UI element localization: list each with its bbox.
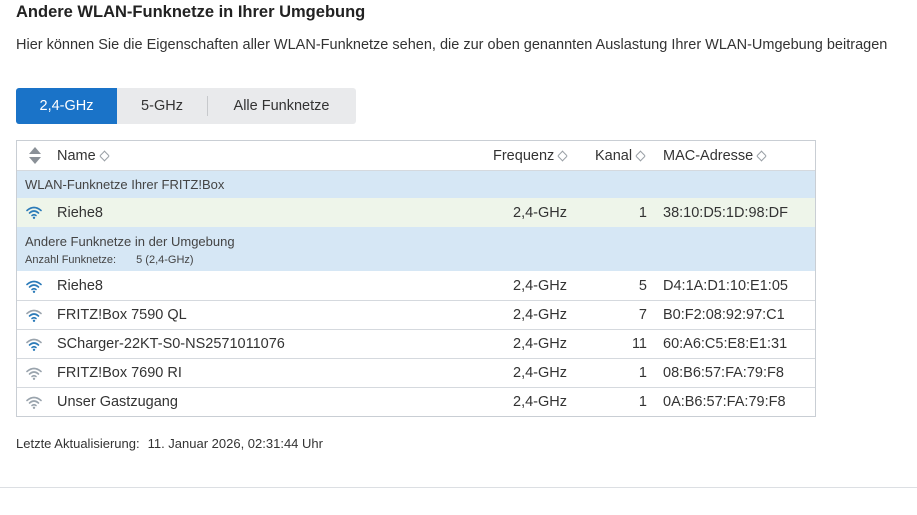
group-header-other-networks: Andere Funknetze in der Umgebung Anzahl …	[17, 227, 815, 271]
network-channel: 1	[638, 394, 647, 410]
network-name: FRITZ!Box 7590 QL	[57, 307, 187, 323]
network-name: FRITZ!Box 7690 RI	[57, 365, 182, 381]
column-header-kanal[interactable]: Kanal	[595, 141, 646, 170]
network-frequency: 2,4-GHz	[513, 204, 567, 221]
network-frequency: 2,4-GHz	[513, 307, 567, 323]
network-channel: 7	[638, 307, 647, 323]
network-frequency: 2,4-GHz	[513, 394, 567, 410]
network-mac: B0:F2:08:92:97:C1	[663, 307, 785, 323]
sort-icon	[100, 149, 110, 163]
tab-2-4-ghz[interactable]: 2,4-GHz	[16, 88, 117, 124]
sort-icon	[558, 149, 568, 163]
network-channel: 1	[638, 365, 647, 381]
network-mac: 08:B6:57:FA:79:F8	[663, 365, 784, 381]
wifi-signal-icon	[26, 198, 42, 227]
frequency-tabs: 2,4-GHz 5-GHz Alle Funknetze	[16, 88, 356, 124]
page-description: Hier können Sie die Eigenschaften aller …	[16, 37, 888, 53]
tab-5-ghz[interactable]: 5-GHz	[117, 88, 207, 124]
column-header-frequenz[interactable]: Frequenz	[493, 141, 568, 170]
network-mac: 60:A6:C5:E8:E1:31	[663, 336, 788, 352]
wifi-signal-icon	[26, 330, 42, 358]
wifi-networks-table: Name Frequenz Kanal MAC-Adresse WLAN-Fun…	[16, 140, 816, 417]
group-header-own-networks: WLAN-Funknetze Ihrer FRITZ!Box	[17, 171, 815, 198]
table-header: Name Frequenz Kanal MAC-Adresse	[17, 141, 815, 171]
network-name: Unser Gastzugang	[57, 394, 178, 410]
column-header-mac-adresse[interactable]: MAC-Adresse	[663, 141, 767, 170]
network-frequency: 2,4-GHz	[513, 336, 567, 352]
network-frequency: 2,4-GHz	[513, 365, 567, 381]
network-mac: D4:1A:D1:10:E1:05	[663, 278, 788, 294]
network-channel: 11	[631, 336, 647, 352]
divider	[0, 487, 917, 488]
table-row[interactable]: Unser Gastzugang 2,4-GHz 1 0A:B6:57:FA:79:F…	[17, 388, 815, 416]
wifi-signal-icon	[26, 359, 42, 387]
wifi-signal-icon	[26, 272, 42, 300]
sort-icon	[636, 149, 646, 163]
last-update: Letzte Aktualisierung: 11. Januar 2026, 0…	[16, 436, 323, 451]
network-name: SCharger-22KT-S0-NS2571011076	[57, 336, 285, 352]
network-name: Riehe8	[57, 204, 103, 221]
network-channel: 1	[638, 204, 647, 221]
column-header-name[interactable]: Name	[57, 141, 110, 170]
network-name: Riehe8	[57, 278, 103, 294]
wifi-signal-icon	[26, 301, 42, 329]
network-frequency: 2,4-GHz	[513, 278, 567, 294]
network-channel: 5	[638, 278, 647, 294]
network-mac: 0A:B6:57:FA:79:F8	[663, 394, 786, 410]
network-mac: 38:10:D5:1D:98:DF	[663, 204, 788, 221]
tab-alle-funknetze[interactable]: Alle Funknetze	[207, 88, 356, 124]
table-row[interactable]: Riehe8 2,4-GHz 5 D4:1A:D1:10:E1:05	[17, 272, 815, 301]
table-row[interactable]: FRITZ!Box 7690 RI 2,4-GHz 1 08:B6:57:FA:79:…	[17, 359, 815, 388]
wifi-signal-icon	[26, 388, 42, 416]
network-count: Anzahl Funknetze: 5 (2,4-GHz)	[25, 254, 194, 266]
sort-icon	[757, 149, 767, 163]
table-row[interactable]: Riehe8 2,4-GHz 1 38:10:D5:1D:98:DF	[17, 198, 815, 227]
sort-signal-icon[interactable]	[27, 147, 41, 165]
page-title: Andere WLAN-Funknetze in Ihrer Umgebung	[16, 3, 366, 21]
table-row[interactable]: SCharger-22KT-S0-NS2571011076 2,4-GHz 11 60…	[17, 330, 815, 359]
table-row[interactable]: FRITZ!Box 7590 QL 2,4-GHz 7 B0:F2:08:92:97:…	[17, 301, 815, 330]
